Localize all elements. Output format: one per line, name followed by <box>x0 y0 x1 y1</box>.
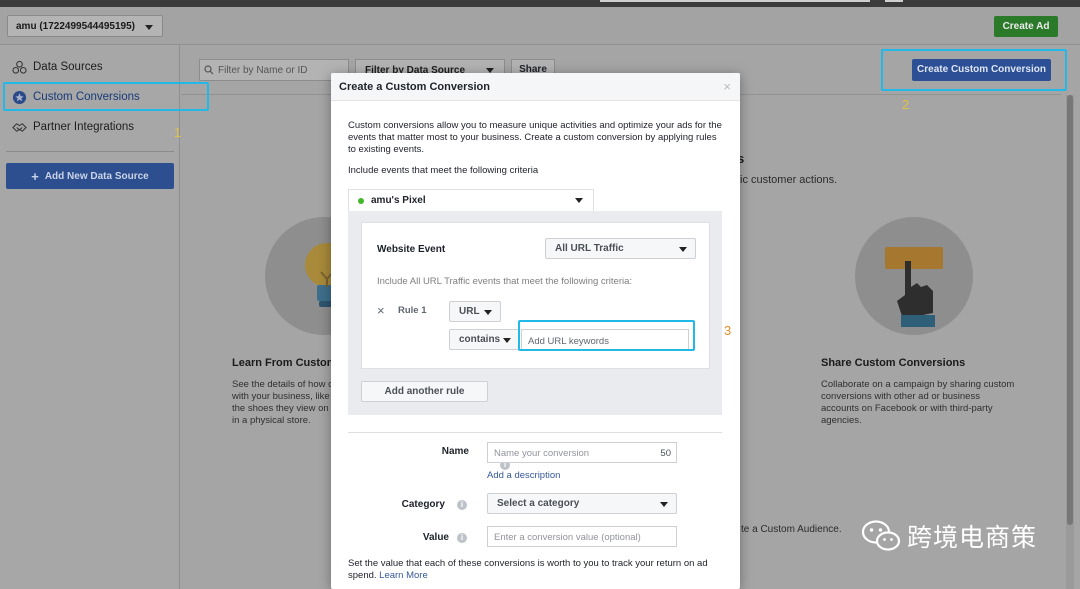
page-scrollbar[interactable] <box>1066 95 1074 589</box>
value-explanation: Set the value that each of these convers… <box>348 558 723 582</box>
pixel-selector[interactable]: amu's Pixel <box>348 189 594 211</box>
search-icon <box>204 65 214 75</box>
add-new-data-source-button[interactable]: + Add New Data Source <box>6 163 174 189</box>
learn-desc-line: the shoes they view on <box>232 403 329 414</box>
rule-operator-value: contains <box>459 334 501 345</box>
learn-desc-line: in a physical store. <box>232 415 311 426</box>
create-ad-button[interactable]: Create Ad <box>994 16 1058 37</box>
value-label: Value <box>422 532 449 543</box>
chevron-down-icon <box>660 502 668 507</box>
criteria-description: Include All URL Traffic events that meet… <box>377 276 633 287</box>
sidebar-item-label: Partner Integrations <box>33 121 135 133</box>
learn-title: Learn From Custom <box>232 357 337 369</box>
watermark-text: 跨境电商策 <box>907 523 1038 552</box>
dialog-header: Create a Custom Conversion × <box>331 73 740 101</box>
rule-operator-select[interactable]: contains <box>449 329 520 350</box>
highlight-url-keywords <box>518 320 695 351</box>
rule-field-value: URL <box>459 306 480 317</box>
top-strip-segment <box>600 0 870 2</box>
scrollbar-thumb[interactable] <box>1067 95 1073 525</box>
dialog-intro: Custom conversions allow you to measure … <box>348 120 722 155</box>
add-source-label: Add New Data Source <box>44 170 149 182</box>
name-placeholder: Name your conversion <box>494 448 590 459</box>
rules-area: Website Event All URL Traffic Include Al… <box>348 211 722 470</box>
account-selector[interactable]: amu (1722499544495195) <box>7 15 163 37</box>
account-label: amu (1722499544495195) <box>16 21 135 32</box>
info-icon[interactable]: i <box>457 533 467 543</box>
highlight-create-custom-conversion <box>881 49 1067 91</box>
learn-desc-line: with your business, like <box>232 391 330 402</box>
close-icon[interactable]: × <box>723 80 731 93</box>
hand-pointer-icon <box>885 247 943 327</box>
pixel-status-icon <box>358 198 364 204</box>
share-desc-line: conversions with other ad or business <box>821 391 980 402</box>
background-subtitle-fragment: ic customer actions. <box>740 174 838 186</box>
conversion-name-input[interactable]: Name your conversion 50 <box>487 442 677 463</box>
partner-integrations-icon <box>12 122 27 132</box>
category-label: Category <box>401 499 445 510</box>
info-icon[interactable]: i <box>457 500 467 510</box>
watermark: 跨境电商策 <box>861 518 1037 554</box>
highlight-custom-conversions <box>3 82 209 111</box>
conversion-value-input[interactable]: Enter a conversion value (optional) <box>487 526 677 547</box>
plus-icon: + <box>31 168 39 184</box>
add-another-rule-button[interactable]: Add another rule <box>361 381 488 402</box>
share-desc-line: Collaborate on a campaign by sharing cus… <box>821 379 1015 390</box>
name-character-counter: 50 <box>660 448 671 459</box>
chevron-down-icon <box>575 198 583 203</box>
share-description: Collaborate on a campaign by sharing cus… <box>821 379 1014 427</box>
filter-placeholder: Filter by Name or ID <box>218 65 308 76</box>
annotation-number-3: 3 <box>724 323 732 338</box>
top-strip <box>0 0 1080 7</box>
wechat-icon <box>861 520 901 551</box>
chevron-down-icon <box>484 310 492 315</box>
chevron-down-icon <box>145 25 153 30</box>
learn-desc-line: See the details of how c <box>232 379 333 390</box>
include-criteria-label: Include events that meet the following c… <box>348 165 539 176</box>
dialog-divider <box>348 432 722 433</box>
learn-description: See the details of how c with your busin… <box>232 379 333 427</box>
dialog-title: Create a Custom Conversion <box>339 81 490 93</box>
sidebar-divider <box>6 151 174 152</box>
category-value: Select a category <box>497 498 580 509</box>
category-select[interactable]: Select a category <box>487 493 677 514</box>
sidebar-item-data-sources[interactable]: Data Sources <box>12 57 103 77</box>
website-event-value: All URL Traffic <box>555 243 624 254</box>
data-sources-icon <box>12 60 27 74</box>
sidebar-item-partner-integrations[interactable]: Partner Integrations <box>12 117 134 137</box>
top-strip-segment <box>885 0 903 2</box>
add-description-link[interactable]: Add a description <box>487 470 560 481</box>
audience-fragment: te a Custom Audience. <box>741 524 842 535</box>
chevron-down-icon <box>679 247 687 252</box>
sidebar: Data Sources Custom Conversions Partner … <box>0 45 180 589</box>
chevron-down-icon <box>503 338 511 343</box>
value-placeholder: Enter a conversion value (optional) <box>494 532 641 543</box>
remove-rule-icon[interactable]: × <box>377 304 385 317</box>
pixel-label: amu's Pixel <box>371 195 426 206</box>
share-desc-line: agencies. <box>821 415 862 426</box>
share-desc-line: accounts on Facebook or with third-party <box>821 403 993 414</box>
learn-more-link[interactable]: Learn More <box>379 570 428 581</box>
filter-input[interactable]: Filter by Name or ID <box>199 59 349 81</box>
rule-field-select[interactable]: URL <box>449 301 501 322</box>
rule-label: Rule 1 <box>398 305 427 316</box>
share-illustration <box>855 217 973 335</box>
header-bar: amu (1722499544495195) Create Ad <box>0 7 1080 45</box>
annotation-number-2: 2 <box>902 97 910 112</box>
name-label: Name <box>441 446 469 457</box>
annotation-number-1: 1 <box>174 125 182 140</box>
website-event-select[interactable]: All URL Traffic <box>545 238 696 259</box>
website-event-label: Website Event <box>377 244 446 255</box>
sidebar-item-label: Data Sources <box>33 61 103 73</box>
share-title: Share Custom Conversions <box>821 357 966 369</box>
